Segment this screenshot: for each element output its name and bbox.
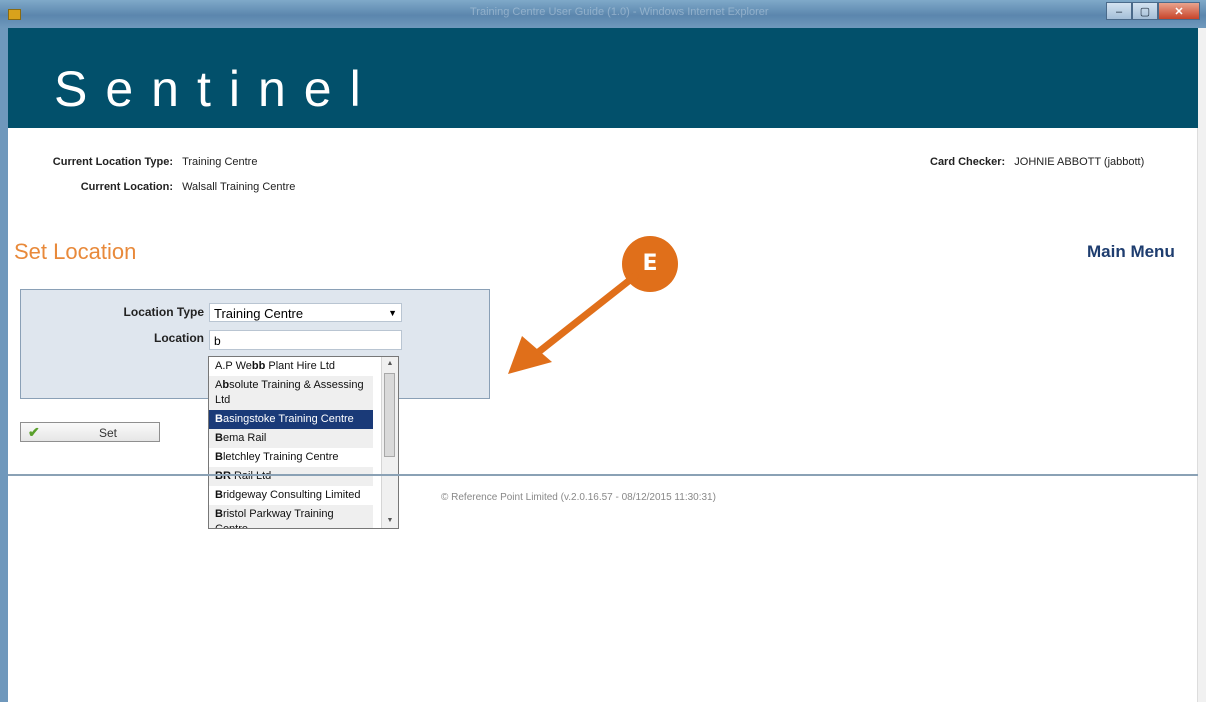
scroll-down-icon[interactable]: ▼ (382, 514, 398, 528)
autocomplete-item[interactable]: Absolute Training & Assessing Ltd (209, 376, 373, 410)
item-text-suffix: ema Rail (222, 432, 267, 444)
sentinel-logo: Sentinel (54, 61, 379, 117)
item-text-match: B (215, 451, 223, 463)
item-text-match: B (215, 489, 223, 501)
page-scrollbar[interactable] (1197, 28, 1206, 702)
page-title: Set Location (14, 239, 137, 264)
minimize-button[interactable]: – (1106, 2, 1132, 20)
current-location: Current Location: Walsall Training Centr… (28, 181, 296, 193)
location-input[interactable]: b (209, 330, 402, 350)
checkmark-icon: ✔ (28, 424, 40, 440)
autocomplete-item[interactable]: Bridgeway Consulting Limited (209, 486, 373, 505)
autocomplete-item[interactable]: Bristol Parkway Training Centre (209, 505, 373, 529)
item-text-suffix: ristol Parkway Training Centre (215, 508, 334, 529)
close-button[interactable]: ✕ (1158, 2, 1200, 20)
window-controls: – ▢ ✕ (1106, 2, 1200, 20)
current-location-type: Current Location Type: Training Centre (28, 156, 258, 168)
location-type-label: Location Type (123, 305, 204, 319)
scroll-up-icon[interactable]: ▲ (382, 357, 398, 371)
autocomplete-item[interactable]: Basingstoke Training Centre (209, 410, 373, 429)
autocomplete-item[interactable]: Bema Rail (209, 429, 373, 448)
item-text-suffix: ridgeway Consulting Limited (222, 489, 361, 501)
item-text-match: B (215, 432, 223, 444)
window-frame-left (0, 28, 8, 702)
card-checker: Card Checker: JOHNIE ABBOTT (jabbott) (930, 156, 1144, 168)
footer-copyright: © Reference Point Limited (v.2.0.16.57 -… (441, 492, 716, 503)
maximize-button[interactable]: ▢ (1132, 2, 1158, 20)
scroll-thumb[interactable] (384, 373, 395, 457)
location-type-selected-value: Training Centre (214, 306, 304, 321)
set-button-label: Set (99, 426, 118, 440)
card-checker-value: JOHNIE ABBOTT (jabbott) (1014, 156, 1145, 168)
item-text-suffix: Rail Ltd (230, 470, 272, 482)
autocomplete-item[interactable]: A.P Webb Plant Hire Ltd (209, 357, 373, 376)
item-text-match: B (215, 508, 223, 520)
autocomplete-items: A.P Webb Plant Hire Ltd Absolute Training… (209, 357, 398, 529)
location-type-select[interactable]: Training Centre ▼ (209, 303, 402, 322)
item-text-match: BR (215, 470, 231, 482)
window-titlebar: Training Centre User Guide (1.0) - Windo… (0, 0, 1206, 28)
item-text-match: bb (251, 360, 266, 372)
window-title: Training Centre User Guide (1.0) - Windo… (470, 6, 769, 18)
location-label: Location (154, 331, 204, 345)
item-text-prefix: A.P We (215, 360, 252, 372)
item-text-suffix: solute Training & Assessing Ltd (215, 379, 364, 406)
set-button[interactable]: ✔ Set (20, 422, 160, 442)
current-location-type-label: Current Location Type: (52, 156, 173, 168)
current-location-type-value: Training Centre (182, 156, 258, 168)
chevron-down-icon[interactable]: ▼ (388, 304, 397, 323)
footer-divider (8, 474, 1198, 476)
item-text-match: B (215, 413, 223, 425)
autocomplete-item[interactable]: Bletchley Training Centre (209, 448, 373, 467)
item-text-suffix: Plant Hire Ltd (265, 360, 336, 372)
card-checker-label: Card Checker: (930, 156, 1006, 168)
current-location-value: Walsall Training Centre (182, 181, 296, 193)
current-location-label: Current Location: (80, 181, 173, 193)
header-banner: Sentinel (8, 28, 1198, 128)
main-menu-link[interactable]: Main Menu (1087, 242, 1175, 262)
autocomplete-item[interactable]: BR Rail Ltd (209, 467, 373, 486)
annotation-arrow (508, 272, 639, 374)
app-icon (8, 9, 21, 20)
item-text-suffix: letchley Training Centre (222, 451, 339, 463)
location-autocomplete-list[interactable]: A.P Webb Plant Hire Ltd Absolute Training… (208, 356, 399, 529)
item-text-suffix: asingstoke Training Centre (222, 413, 354, 425)
autocomplete-scrollbar[interactable]: ▲ ▼ (381, 357, 398, 528)
